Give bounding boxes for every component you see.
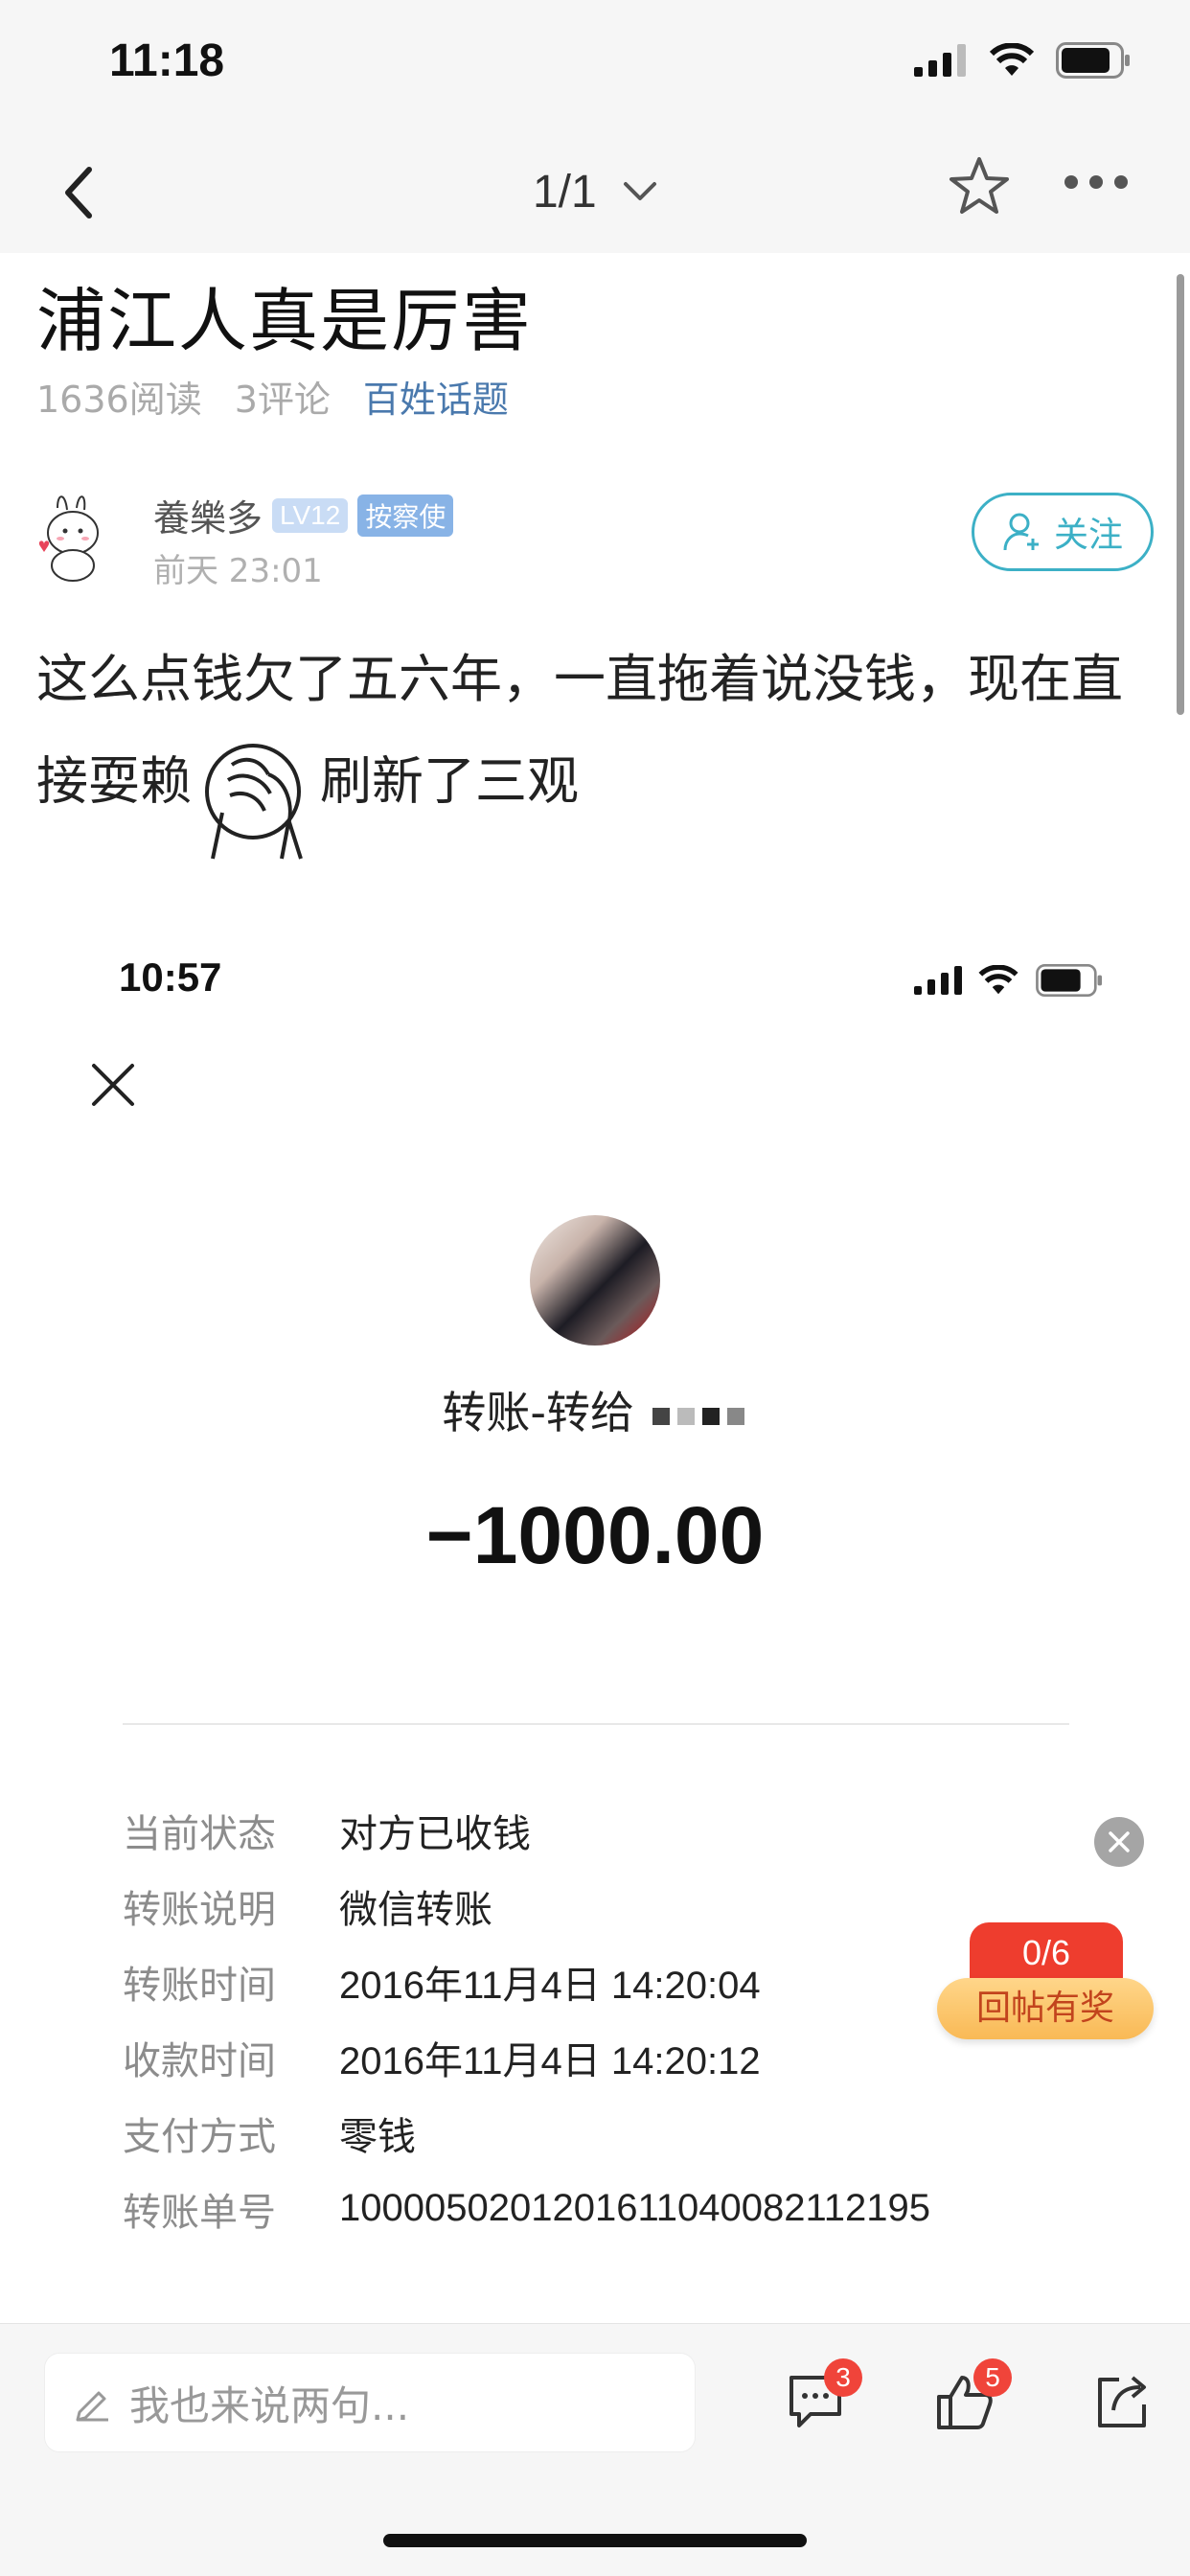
- detail-key: 转账时间: [123, 1963, 276, 2008]
- reward-count: 0/6: [970, 1922, 1123, 1984]
- detail-value: 对方已收钱: [339, 1812, 531, 1855]
- masked-name: [701, 1407, 720, 1425]
- post-body-line: 这么点钱欠了五六年，一直拖着说没钱，现在直: [36, 649, 1123, 709]
- author-name-line: 養樂多 LV12 按察使: [153, 489, 454, 541]
- transfer-amount: −1000.00: [425, 1490, 765, 1580]
- detail-key: 收款时间: [123, 2038, 276, 2083]
- masked-name: [652, 1407, 670, 1425]
- level-badge: LV12: [272, 497, 349, 533]
- home-indicator[interactable]: [383, 2534, 807, 2547]
- detail-key: 当前状态: [123, 1811, 276, 1856]
- battery-icon: [1056, 42, 1130, 79]
- share-icon: [1098, 2376, 1146, 2427]
- like-badge: 5: [973, 2358, 1012, 2397]
- close-icon: [1109, 1831, 1130, 1852]
- detail-value: 2016年11月4日 14:20:04: [339, 1964, 761, 2007]
- status-icons: [914, 42, 1131, 79]
- page-indicator: 1/1: [532, 166, 597, 218]
- masked-name: [676, 1407, 695, 1425]
- detail-value: 微信转账: [339, 1888, 492, 1931]
- avatar[interactable]: [36, 489, 123, 585]
- detail-row: 转账时间 2016年11月4日 14:20:04: [123, 1944, 930, 2019]
- transfer-title: 转账-转给: [0, 1378, 1190, 1441]
- scrollbar[interactable]: [1177, 274, 1184, 715]
- nav-bar: 1/1: [0, 134, 1190, 253]
- battery-icon: [1036, 964, 1102, 997]
- divider: [123, 1723, 1069, 1725]
- follow-label: 关注: [1053, 516, 1123, 555]
- detail-row: 收款时间 2016年11月4日 14:20:12: [123, 2019, 930, 2095]
- reward-label: 回帖有奖: [937, 1978, 1154, 2039]
- status-time: 11:18: [109, 35, 225, 86]
- comment-input[interactable]: 我也来说两句...: [44, 2353, 696, 2452]
- recipient-avatar: [530, 1215, 660, 1346]
- comments-button[interactable]: 3: [786, 2358, 862, 2435]
- comment-count: 3评论: [234, 379, 331, 421]
- detail-row: 支付方式 零钱: [123, 2095, 930, 2171]
- masked-name: [726, 1407, 744, 1425]
- author-row: 養樂多 LV12 按察使 前天 23:01 关注: [36, 483, 1154, 598]
- comment-badge: 3: [824, 2358, 862, 2397]
- signal-icon: [914, 966, 962, 995]
- detail-row: 转账单号 1000050201201611040082112195: [123, 2171, 930, 2246]
- post-body: 这么点钱欠了五六年，一直拖着说没钱，现在直 接耍赖 刷新了三观: [36, 636, 1157, 860]
- close-icon: [92, 1064, 134, 1106]
- transfer-details: 当前状态 对方已收钱 转账说明 微信转账 转账时间 2016年11月4日 14:20:…: [123, 1792, 930, 2246]
- comment-placeholder: 我也来说两句...: [129, 2381, 410, 2429]
- signal-icon: [914, 44, 966, 77]
- follow-button[interactable]: 关注: [972, 493, 1154, 571]
- post-time: 前天 23:01: [153, 552, 323, 590]
- author-name[interactable]: 養樂多: [153, 489, 263, 541]
- embedded-status-icons: [914, 964, 1104, 997]
- article-title: 浦江人真是厉害: [36, 281, 534, 361]
- wifi-icon: [978, 965, 1018, 995]
- embedded-image[interactable]: 10:57 转账-转给 −1000.00 当前状态 对方已收钱 转账说明 微信转账 …: [0, 891, 1190, 2329]
- detail-key: 转账说明: [123, 1887, 276, 1932]
- facepalm-emoji-icon: [205, 744, 303, 860]
- detail-value: 零钱: [339, 2115, 416, 2158]
- role-badge: 按察使: [357, 494, 454, 537]
- detail-row: 转账说明 微信转账: [123, 1868, 930, 1944]
- chevron-down-icon: [624, 182, 657, 201]
- like-button[interactable]: 5: [935, 2358, 1012, 2435]
- reward-close-button[interactable]: [1094, 1817, 1144, 1867]
- detail-value: 1000050201201611040082112195: [339, 2187, 930, 2229]
- pencil-icon: [76, 2391, 108, 2422]
- post-body-text: 接耍赖: [36, 750, 192, 812]
- post-body-text: 刷新了三观: [320, 750, 579, 812]
- star-icon[interactable]: [949, 155, 1010, 217]
- detail-row: 当前状态 对方已收钱: [123, 1792, 930, 1868]
- post-body-line: 接耍赖 刷新了三观: [36, 723, 1157, 860]
- detail-key: 转账单号: [123, 2190, 276, 2235]
- read-count: 1636阅读: [36, 379, 202, 421]
- add-user-icon: [1003, 513, 1039, 551]
- wifi-icon: [989, 43, 1035, 76]
- page-selector[interactable]: 1/1: [0, 163, 1190, 218]
- status-bar: 11:18: [0, 0, 1190, 134]
- detail-key: 支付方式: [123, 2114, 276, 2159]
- transfer-title-text: 转账-转给: [442, 1387, 634, 1438]
- detail-value: 2016年11月4日 14:20:12: [339, 2039, 761, 2082]
- more-icon[interactable]: [1064, 172, 1129, 192]
- reward-widget[interactable]: 0/6 回帖有奖: [937, 1922, 1154, 2047]
- topic-link[interactable]: 百姓话题: [363, 370, 509, 423]
- article-meta: 1636阅读 3评论 百姓话题: [36, 370, 509, 423]
- embedded-status-time: 10:57: [119, 954, 222, 1000]
- share-button[interactable]: [1094, 2372, 1150, 2435]
